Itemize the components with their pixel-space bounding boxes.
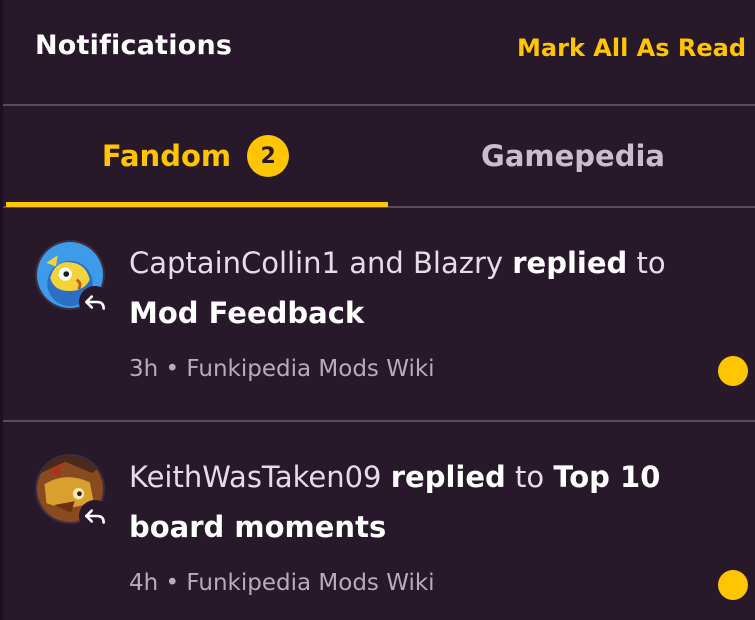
notification-wiki: Funkipedia Mods Wiki <box>186 356 435 382</box>
tab-gamepedia[interactable]: Gamepedia <box>388 106 755 206</box>
notification-time: 3h <box>129 356 159 382</box>
tab-fandom-label: Fandom <box>101 139 232 173</box>
reply-arrow-icon <box>79 500 111 532</box>
panel-title: Notifications <box>35 30 233 61</box>
notification-item[interactable]: CaptainCollin1 and Blazry replied to Mod… <box>3 208 755 422</box>
tab-gamepedia-label: Gamepedia <box>481 139 665 173</box>
notification-tabs: Fandom 2 Gamepedia <box>3 106 755 208</box>
notification-meta: 4h • Funkipedia Mods Wiki <box>129 570 435 596</box>
notification-wiki: Funkipedia Mods Wiki <box>186 570 435 596</box>
meta-separator: • <box>165 356 180 382</box>
meta-separator: • <box>165 570 180 596</box>
notification-target-link[interactable]: Mod Feedback <box>129 296 364 330</box>
notification-connector: to <box>636 246 666 280</box>
unread-count-badge: 2 <box>247 135 290 177</box>
notifications-header: Notifications Mark All As Read <box>3 0 755 106</box>
notification-time: 4h <box>129 570 159 596</box>
notification-item[interactable]: KeithWasTaken09 replied to Top 10 board … <box>3 422 755 620</box>
notification-actors: CaptainCollin1 and Blazry <box>129 246 504 280</box>
notification-actors: KeithWasTaken09 <box>129 460 382 494</box>
notification-connector: to <box>514 460 545 494</box>
mark-all-read-button[interactable]: Mark All As Read <box>517 34 746 62</box>
notification-action: replied <box>390 460 506 494</box>
unread-dot <box>718 356 748 386</box>
notification-action: replied <box>512 246 628 280</box>
notification-text: CaptainCollin1 and Blazry replied to Mod… <box>129 238 698 338</box>
unread-dot <box>718 570 748 600</box>
notification-meta: 3h • Funkipedia Mods Wiki <box>129 356 435 382</box>
tab-fandom[interactable]: Fandom 2 <box>3 106 388 207</box>
notifications-panel: Notifications Mark All As Read Fandom 2 … <box>0 0 755 620</box>
notification-text: KeithWasTaken09 replied to Top 10 board … <box>129 452 698 552</box>
reply-arrow-icon <box>79 286 111 318</box>
